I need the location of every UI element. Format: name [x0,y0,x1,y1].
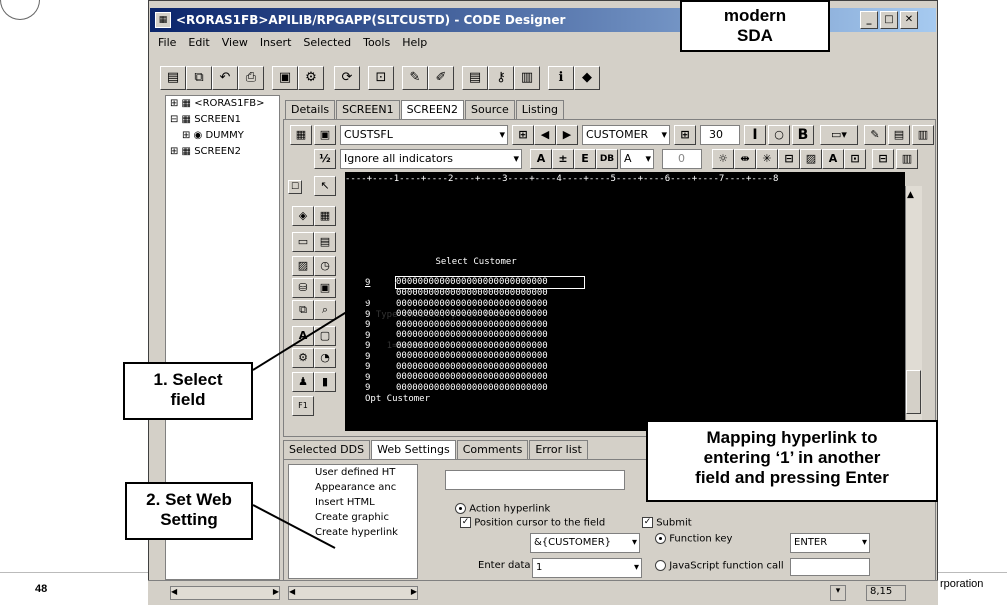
arrow-select-field [252,281,396,371]
callout-arrows [252,281,396,549]
arrow-set-web [252,504,336,549]
